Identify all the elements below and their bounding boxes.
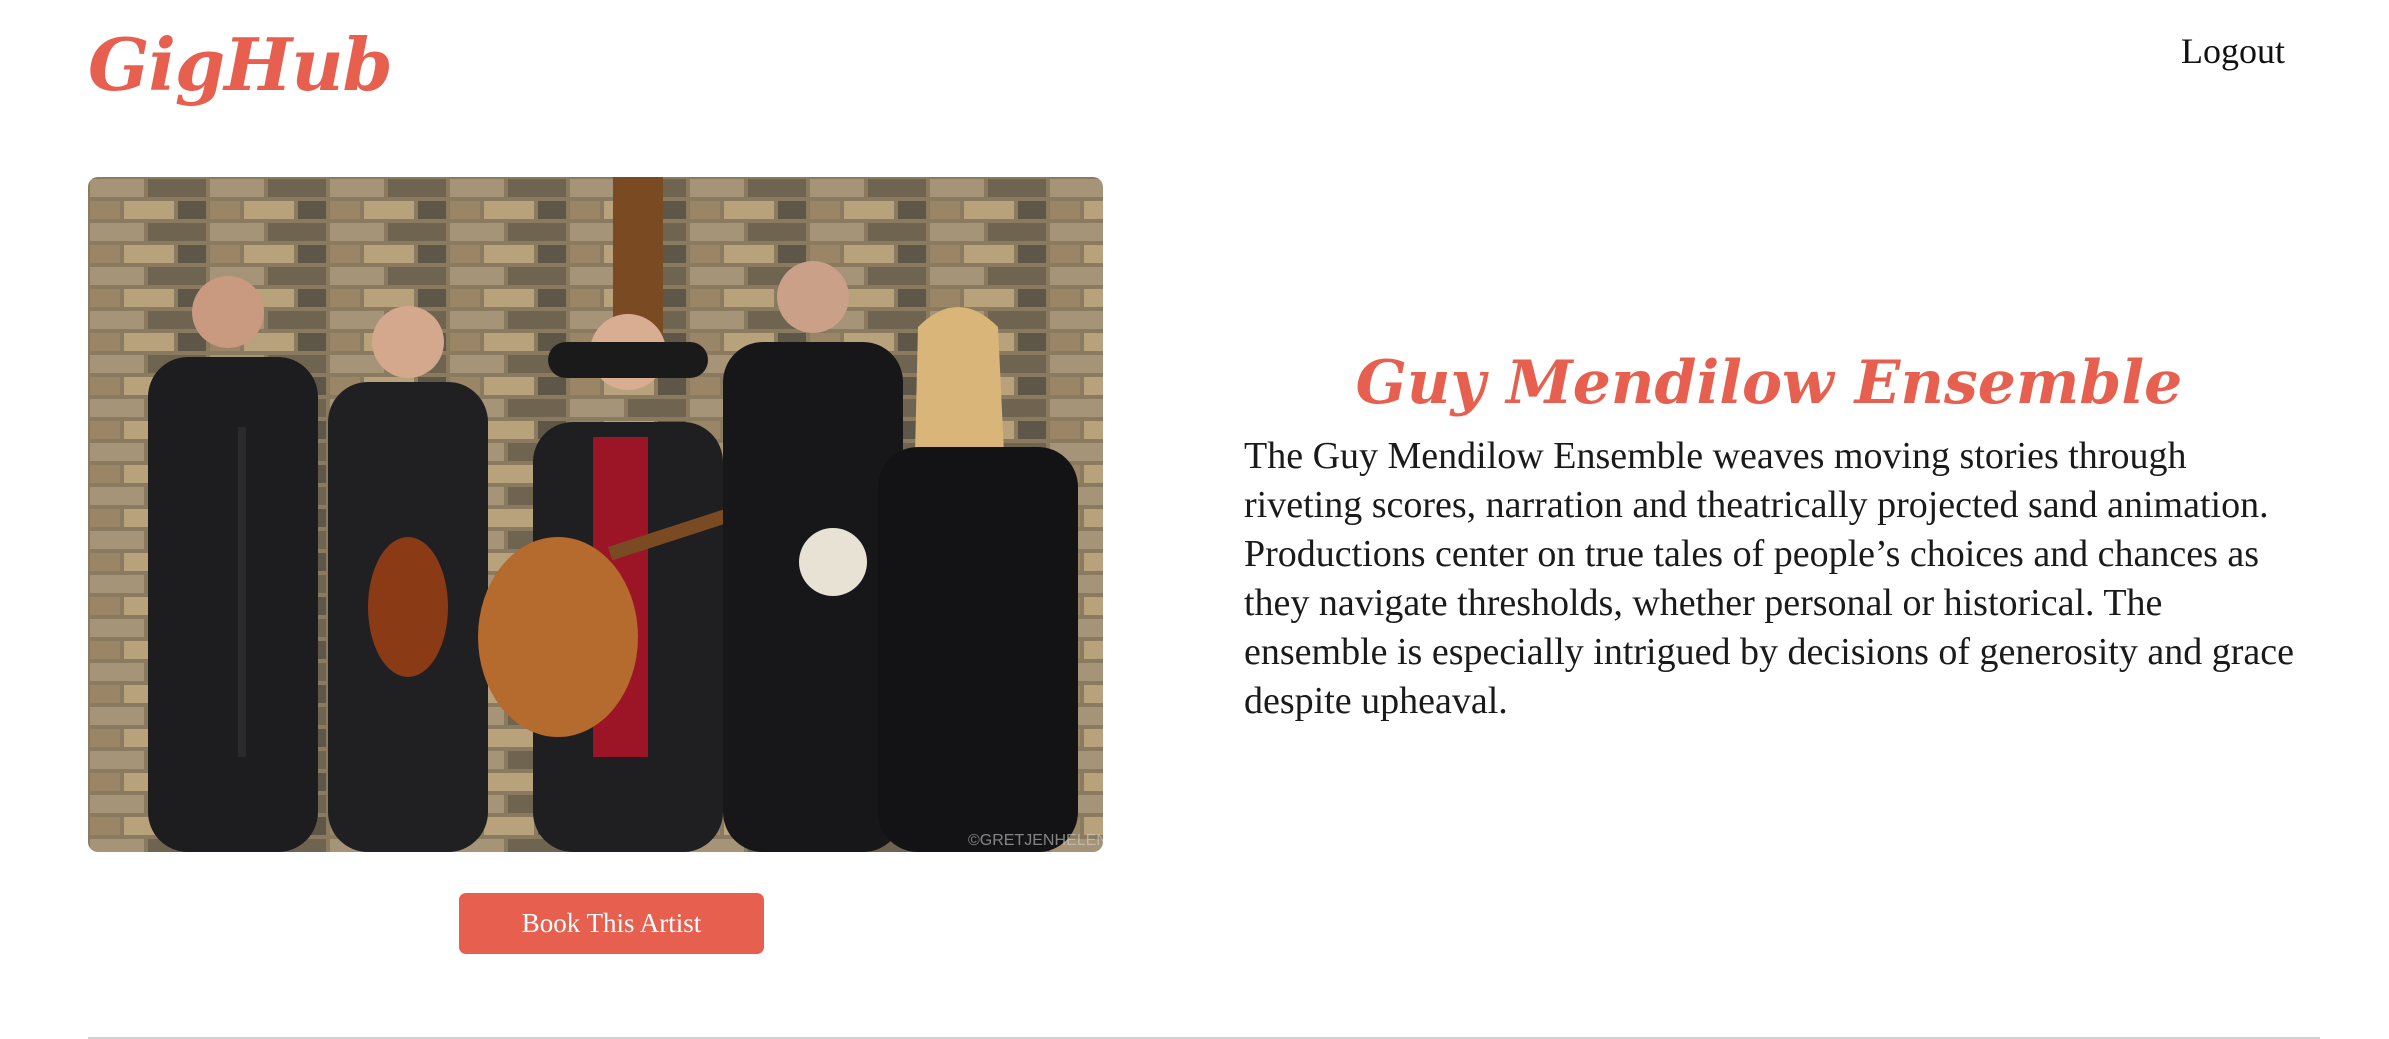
artist-bio: The Guy Mendilow Ensemble weaves moving … — [1244, 435, 2294, 722]
svg-text:©GRETJENHELENE: ©GRETJENHELENE — [968, 832, 1103, 849]
logout-link[interactable]: Logout — [2181, 30, 2285, 73]
artist-photo: ©GRETJENHELENE — [88, 177, 1103, 852]
book-artist-button[interactable]: Book This Artist — [459, 893, 764, 954]
site-logo[interactable]: GigHub — [88, 22, 393, 108]
artist-name: Guy Mendilow Ensemble — [1355, 348, 2183, 418]
